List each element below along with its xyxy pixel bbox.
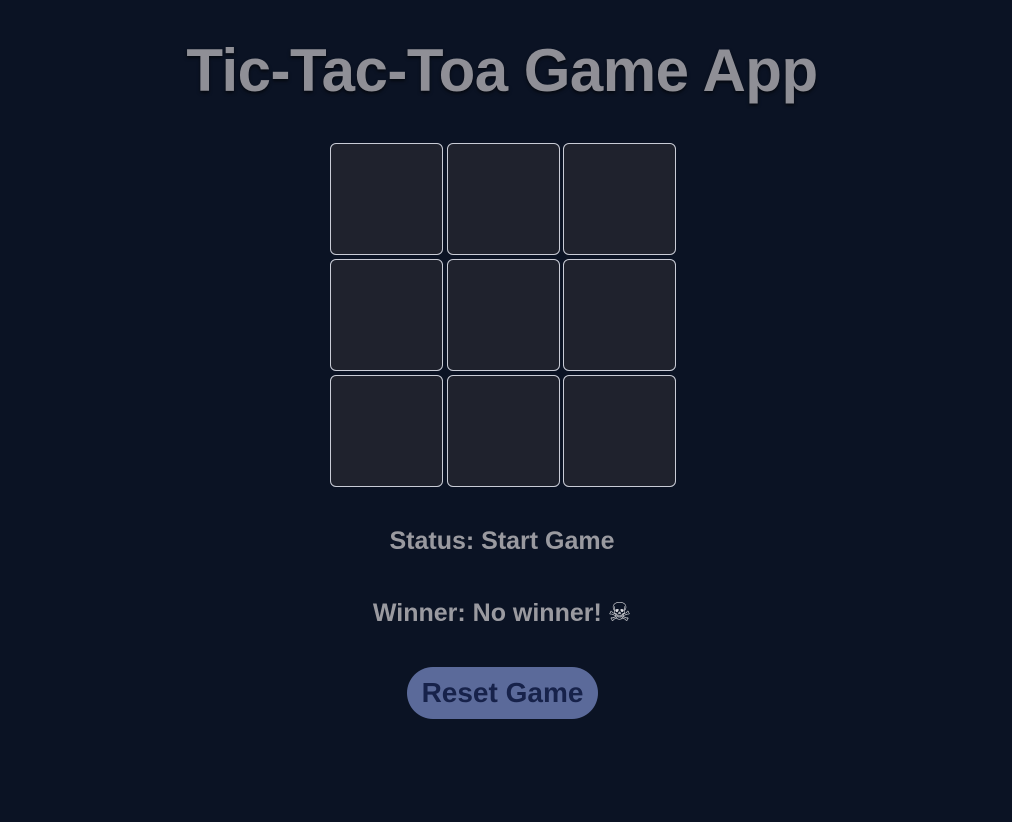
winner-line: Winner: No winner! ☠ [0,598,1004,628]
status-text: Status: Start Game [389,527,615,555]
winner-text: Winner: No winner! [372,599,602,627]
game-board [330,143,676,489]
board-cell-7[interactable] [330,375,443,487]
board-cell-3[interactable] [563,143,676,255]
reset-game-button[interactable]: Reset Game [407,667,598,719]
board-cell-4[interactable] [330,259,443,371]
board-cell-1[interactable] [330,143,443,255]
board-cell-6[interactable] [563,259,676,371]
page-title: Tic-Tac-Toa Game App [186,37,818,104]
board-cell-9[interactable] [563,375,676,487]
board-cell-2[interactable] [446,143,560,255]
game-app: Tic-Tac-Toa Game App Status: Start Game … [0,0,1012,822]
board-cell-5[interactable] [446,259,560,371]
board-cell-8[interactable] [446,375,560,487]
skull-crossbones-icon: ☠ [607,598,632,628]
